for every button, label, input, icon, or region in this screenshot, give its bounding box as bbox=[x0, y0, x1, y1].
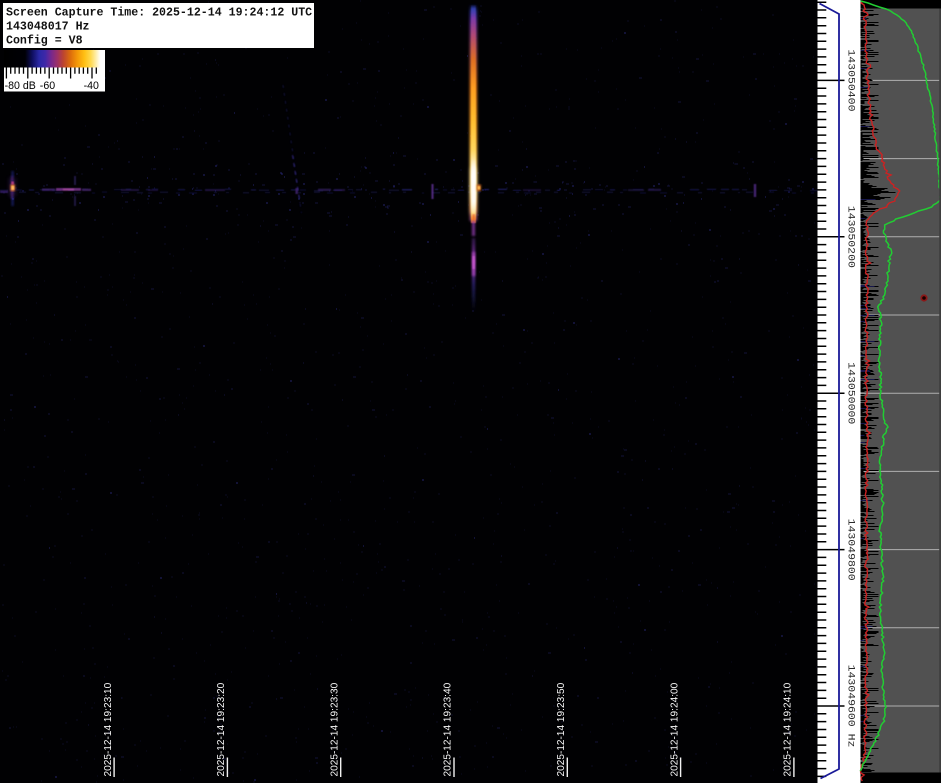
svg-text:143050200: 143050200 bbox=[846, 206, 857, 268]
svg-text:Config = V8: Config = V8 bbox=[6, 35, 83, 48]
svg-text:2025-12-14 19:23:40: 2025-12-14 19:23:40 bbox=[443, 682, 454, 776]
svg-text:143049800: 143049800 bbox=[846, 519, 857, 581]
svg-text:-40: -40 bbox=[84, 80, 99, 92]
svg-text:143048017 Hz: 143048017 Hz bbox=[6, 21, 90, 34]
svg-text:2025-12-14 19:23:10: 2025-12-14 19:23:10 bbox=[103, 682, 114, 776]
svg-text:2025-12-14 19:24:10: 2025-12-14 19:24:10 bbox=[783, 682, 794, 776]
svg-text:-60: -60 bbox=[40, 80, 55, 92]
svg-text:2025-12-14 19:23:50: 2025-12-14 19:23:50 bbox=[556, 682, 567, 776]
svg-text:2025-12-14 19:23:30: 2025-12-14 19:23:30 bbox=[329, 682, 340, 776]
svg-text:143050400: 143050400 bbox=[846, 49, 857, 111]
svg-text:2025-12-14 19:23:20: 2025-12-14 19:23:20 bbox=[216, 682, 227, 776]
svg-text:-80 dB: -80 dB bbox=[5, 80, 36, 92]
svg-text:143049600 Hz: 143049600 Hz bbox=[846, 665, 857, 748]
svg-text:143050000: 143050000 bbox=[846, 362, 857, 424]
svg-text:2025-12-14 19:24:00: 2025-12-14 19:24:00 bbox=[669, 682, 680, 776]
svg-text:Screen Capture Time: 2025-12-1: Screen Capture Time: 2025-12-14 19:24:12… bbox=[6, 7, 312, 20]
